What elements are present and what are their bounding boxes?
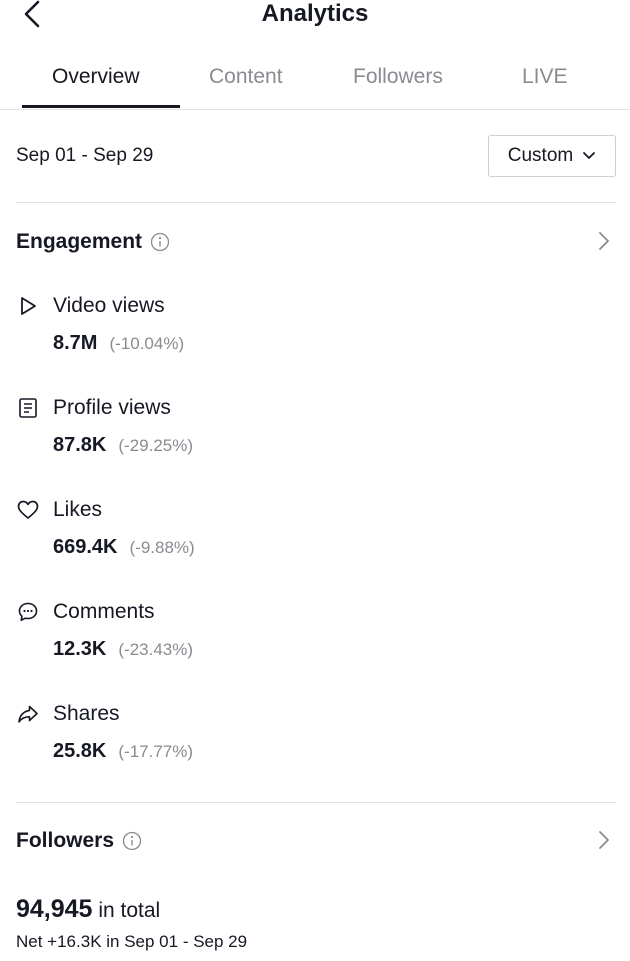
metric-value: 8.7M	[53, 332, 98, 354]
metric-label: Video views	[53, 294, 165, 317]
metric-value-row: 669.4K (-9.88%)	[53, 534, 195, 561]
tab-content[interactable]: Content	[209, 64, 283, 90]
divider	[16, 202, 616, 203]
metric-value-row: 8.7M (-10.04%)	[53, 330, 184, 357]
followers-title: Followers	[16, 829, 115, 852]
metric-change: (-23.43%)	[118, 640, 194, 659]
metric-likes[interactable]: Likes 669.4K (-9.88%)	[16, 496, 576, 566]
heart-icon	[17, 500, 39, 519]
metric-profile-views[interactable]: Profile views 87.8K (-29.25%)	[16, 394, 576, 464]
tab-followers[interactable]: Followers	[353, 64, 443, 90]
info-icon[interactable]	[122, 831, 142, 851]
metric-label: Shares	[53, 702, 120, 725]
metric-label: Likes	[53, 498, 103, 521]
page-title: Analytics	[261, 0, 369, 27]
followers-net-change: Net +16.3K in Sep 01 - Sep 29	[16, 932, 248, 951]
divider	[16, 802, 616, 803]
header: Analytics	[0, 0, 630, 30]
metric-video-views[interactable]: Video views 8.7M (-10.04%)	[16, 292, 576, 362]
metric-change: (-9.88%)	[129, 538, 195, 557]
engagement-title: Engagement	[16, 230, 143, 253]
metric-shares[interactable]: Shares 25.8K (-17.77%)	[16, 700, 576, 770]
comment-icon	[18, 602, 38, 622]
active-tab-indicator	[22, 105, 180, 108]
tab-live[interactable]: LIVE	[522, 64, 568, 90]
document-icon	[19, 398, 37, 418]
metric-value: 25.8K	[53, 740, 107, 762]
metric-change: (-10.04%)	[109, 334, 185, 353]
metric-value: 87.8K	[53, 434, 107, 456]
metric-value-row: 87.8K (-29.25%)	[53, 432, 193, 459]
metric-change: (-17.77%)	[118, 742, 194, 761]
followers-total-value: 94,945	[16, 895, 93, 923]
metric-change: (-29.25%)	[118, 436, 194, 455]
date-range-label: Sep 01 - Sep 29	[16, 145, 154, 166]
metric-value: 12.3K	[53, 638, 107, 660]
metric-value-row: 12.3K (-23.43%)	[53, 636, 193, 663]
tab-bar: Overview Content Followers LIVE	[0, 52, 630, 110]
engagement-chevron-right-icon[interactable]	[596, 229, 612, 253]
date-range-selector[interactable]: Custom	[488, 135, 616, 177]
followers-total: 94,945 in total	[16, 894, 160, 926]
metric-value-row: 25.8K (-17.77%)	[53, 738, 193, 765]
date-range-selector-label: Custom	[507, 145, 574, 166]
followers-chevron-right-icon[interactable]	[596, 828, 612, 852]
metric-label: Profile views	[53, 396, 171, 419]
play-icon	[21, 297, 36, 315]
tab-overview[interactable]: Overview	[52, 64, 140, 90]
share-icon	[18, 705, 38, 723]
engagement-section-title[interactable]: Engagement	[16, 228, 170, 256]
followers-total-suffix: in total	[98, 899, 161, 922]
chevron-down-icon	[583, 152, 596, 159]
metric-value: 669.4K	[53, 536, 118, 558]
info-icon[interactable]	[150, 232, 170, 252]
metric-comments[interactable]: Comments 12.3K (-23.43%)	[16, 598, 576, 668]
followers-section-title[interactable]: Followers	[16, 827, 142, 855]
metric-label: Comments	[53, 600, 155, 623]
